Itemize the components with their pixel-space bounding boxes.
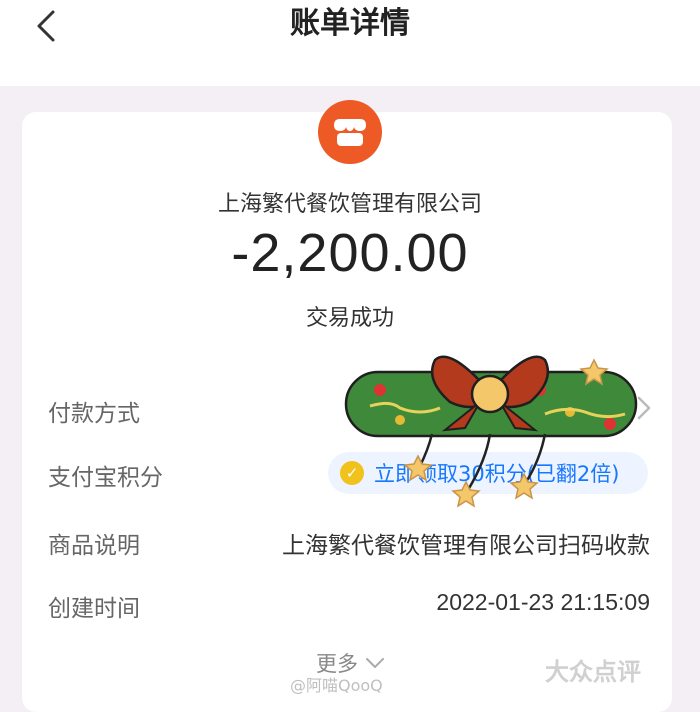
page-title: 账单详情 — [290, 6, 410, 41]
created-time-label: 创建时间 — [48, 596, 140, 622]
top-bar: 账单详情 — [0, 0, 700, 86]
product-desc-label: 商品说明 — [48, 533, 140, 559]
store-icon — [334, 119, 366, 146]
brand-watermark: 大众点评 — [545, 658, 641, 686]
alipay-points-label: 支付宝积分 — [48, 465, 163, 491]
product-desc-value: 上海繁代餐饮管理有限公司扫码收款 — [282, 533, 650, 559]
merchant-logo — [318, 100, 382, 164]
transaction-amount: -2,200.00 — [231, 223, 469, 283]
payment-method-label: 付款方式 — [48, 401, 140, 427]
weibo-watermark: @阿喵QooQ — [290, 676, 383, 695]
merchant-name: 上海繁代餐饮管理有限公司 — [217, 192, 482, 217]
transaction-status: 交易成功 — [305, 306, 394, 331]
created-time-value: 2022-01-23 21:15:09 — [436, 589, 650, 615]
chevron-down-icon — [366, 658, 384, 668]
wreath-sticker — [344, 355, 638, 508]
